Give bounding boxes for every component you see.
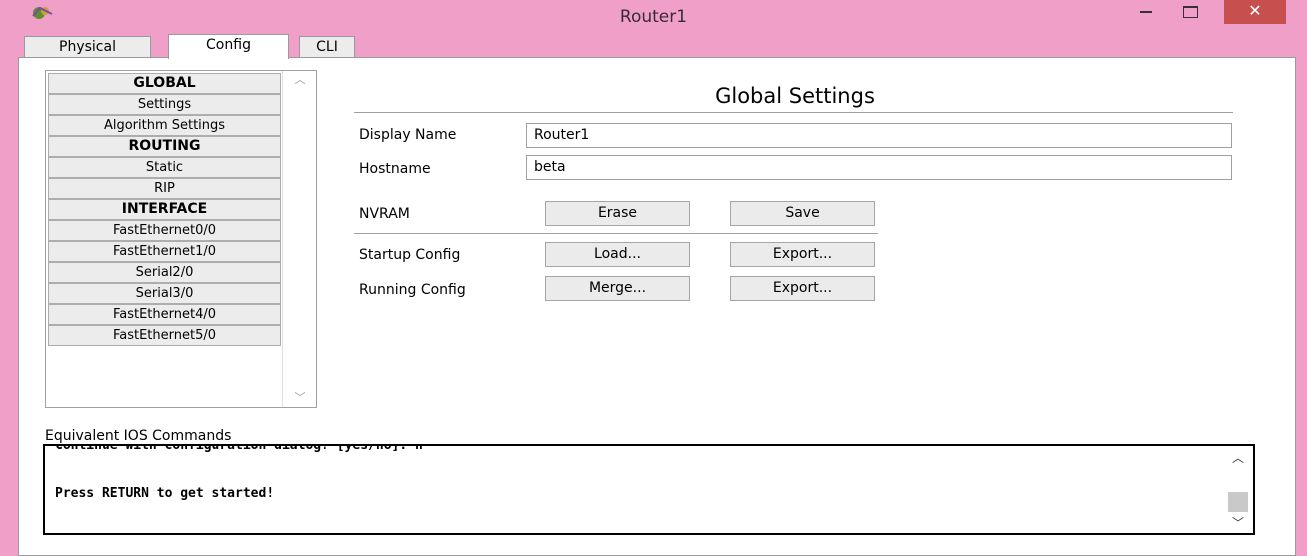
close-button[interactable]: ✕ [1224,0,1286,24]
console-line: Press RETURN to get started! [55,486,275,501]
scroll-down-icon[interactable]: ﹀ [1223,513,1253,533]
running-export-button[interactable]: Export... [730,276,875,301]
page-title: Global Settings [715,84,875,108]
running-config-label: Running Config [359,282,466,298]
tab-physical[interactable]: Physical [24,36,151,58]
maximize-button[interactable] [1170,0,1210,24]
sidebar-item-settings[interactable]: Settings [48,94,281,115]
merge-button[interactable]: Merge... [545,276,690,301]
scrollbar-thumb[interactable] [1228,492,1248,512]
sidebar-item-algorithm-settings[interactable]: Algorithm Settings [48,115,281,136]
save-button[interactable]: Save [730,201,875,226]
hostname-field[interactable]: beta [526,155,1232,180]
console-scrollbar[interactable]: ︿ ﹀ [1223,446,1253,533]
sidebar-header-routing: ROUTING [48,136,281,157]
sidebar-scrollbar[interactable]: ︿ ﹀ [282,71,316,407]
erase-button[interactable]: Erase [545,201,690,226]
sidebar-item-fastethernet0-0[interactable]: FastEthernet0/0 [48,220,281,241]
sidebar-item-rip[interactable]: RIP [48,178,281,199]
sidebar-item-serial2-0[interactable]: Serial2/0 [48,262,281,283]
sidebar-header-global: GLOBAL [48,73,281,94]
ios-commands-label: Equivalent IOS Commands [45,428,232,444]
display-name-label: Display Name [359,127,457,143]
sidebar: GLOBAL Settings Algorithm Settings ROUTI… [45,70,317,408]
startup-export-button[interactable]: Export... [730,242,875,267]
window-title: Router1 [619,7,688,27]
ios-console[interactable]: Continue with configuration dialog? [yes… [43,444,1255,535]
sidebar-item-fastethernet5-0[interactable]: FastEthernet5/0 [48,325,281,346]
minimize-button[interactable] [1126,0,1166,24]
scroll-up-icon[interactable]: ︿ [1223,448,1253,468]
divider [354,112,1233,113]
scroll-down-icon[interactable]: ﹀ [283,389,317,407]
sidebar-header-interface: INTERFACE [48,199,281,220]
divider [354,233,878,234]
sidebar-item-fastethernet1-0[interactable]: FastEthernet1/0 [48,241,281,262]
title-bar: Router1 ✕ [0,0,1307,32]
close-icon: ✕ [1248,1,1262,20]
tab-cli[interactable]: CLI [299,36,355,58]
load-button[interactable]: Load... [545,242,690,267]
startup-config-label: Startup Config [359,247,461,263]
sidebar-item-serial3-0[interactable]: Serial3/0 [48,283,281,304]
hostname-label: Hostname [359,161,431,177]
tab-bar: Physical Config CLI [16,34,1296,59]
display-name-field[interactable]: Router1 [526,123,1232,148]
sidebar-item-static[interactable]: Static [48,157,281,178]
tab-config[interactable]: Config [168,34,289,59]
sidebar-item-fastethernet4-0[interactable]: FastEthernet4/0 [48,304,281,325]
sidebar-list: GLOBAL Settings Algorithm Settings ROUTI… [48,73,281,346]
scroll-up-icon[interactable]: ︿ [283,71,317,89]
nvram-label: NVRAM [359,206,410,222]
console-line: Continue with configuration dialog? [yes… [55,444,423,453]
